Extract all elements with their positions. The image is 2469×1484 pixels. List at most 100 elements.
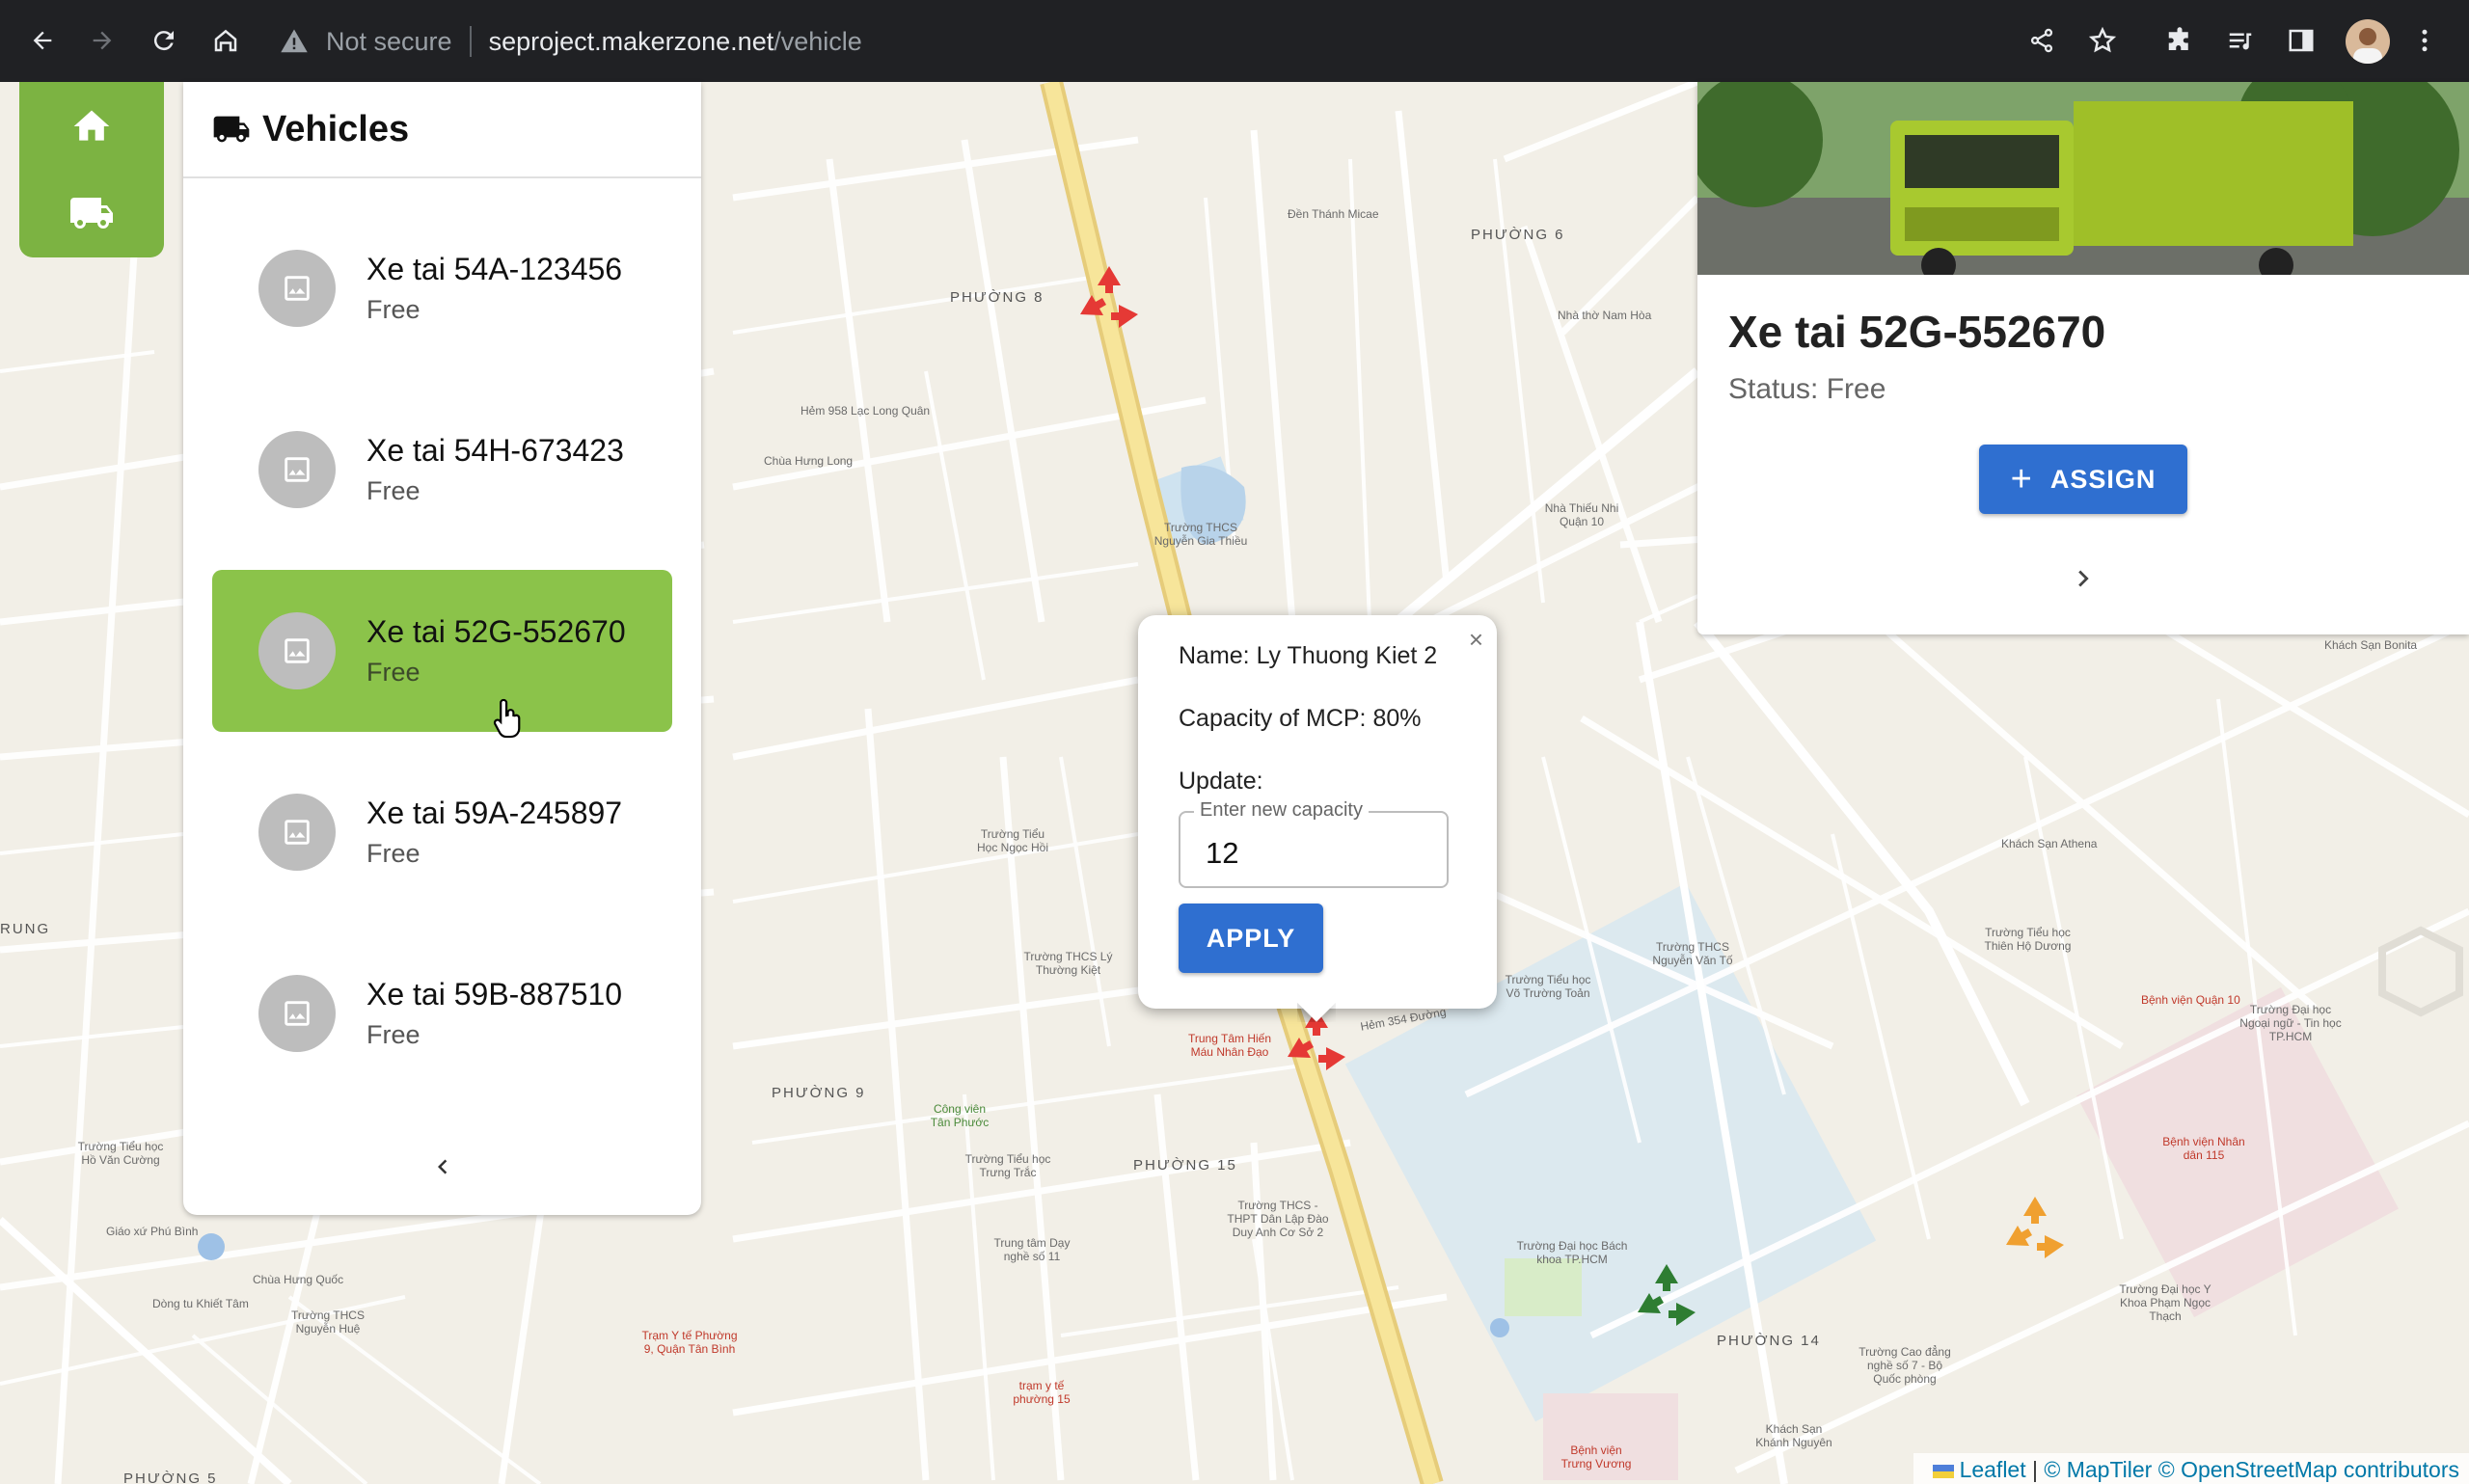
address-bar[interactable]: Not secure seproject.makerzone.net/vehic… xyxy=(280,17,862,66)
mcp-popup: × Name: Ly Thuong Kiet 2 Capacity of MCP… xyxy=(1138,615,1497,1009)
panel-title: Vehicles xyxy=(262,108,410,149)
collapse-panel-button[interactable] xyxy=(419,1143,467,1191)
map-label-dong-tu: Dòng tu Khiết Tâm xyxy=(152,1297,249,1310)
panel-header: Vehicles xyxy=(183,82,701,178)
home-icon xyxy=(73,110,110,141)
plus-icon: + xyxy=(2010,458,2033,499)
vehicle-detail-card: Xe tai 52G-552670 Status: Free + ASSIGN xyxy=(1697,82,2469,634)
profile-avatar[interactable] xyxy=(2346,19,2390,64)
map-label-thcs-ngt: Trường THCS Nguyễn Gia Thiều xyxy=(1153,521,1248,548)
vehicle-status: Free xyxy=(366,1020,421,1049)
map-label-thcs-nguyen-hue: Trường THCS Nguyễn Huệ xyxy=(291,1309,365,1336)
image-placeholder-icon xyxy=(258,612,336,689)
map-label-trung: RUNG xyxy=(0,921,51,937)
extensions-icon[interactable] xyxy=(2160,21,2199,60)
map-label-dh-y-khoa: Trường Đại học Y Khoa Phạm Ngọc Thạch xyxy=(2119,1282,2211,1323)
map-label-tram-y-te-p9: Trạm Y tế Phường 9, Quận Tân Bình xyxy=(641,1329,738,1356)
osm-link[interactable]: © OpenStreetMap contributors xyxy=(2158,1457,2459,1482)
map-label-phuong-15: PHƯỜNG 15 xyxy=(1133,1157,1237,1174)
recycle-marker-green-icon[interactable] xyxy=(1628,1258,1705,1336)
map-label-th-ngoc-hoi: Trường Tiểu Học Ngọc Hồi xyxy=(976,827,1049,854)
maptiler-link[interactable]: © MapTiler xyxy=(2044,1457,2152,1482)
hand-cursor-icon xyxy=(493,698,521,739)
map-label-nha-tho-nam-hoa: Nhà thờ Nam Hòa xyxy=(1558,309,1652,322)
map-label-phuong-9: PHƯỜNG 9 xyxy=(772,1085,866,1101)
map-label-chua-hung-quoc: Chùa Hưng Quốc xyxy=(253,1273,344,1286)
map-label-nha-thieu-nhi: Nhà Thiếu Nhi Quận 10 xyxy=(1544,501,1619,528)
apply-button[interactable]: APPLY xyxy=(1179,904,1323,973)
map-label-th-vtt: Trường Tiểu học Võ Trường Toản xyxy=(1505,973,1591,1000)
media-controls-icon[interactable] xyxy=(2221,21,2260,60)
mcp-name: Name: Ly Thuong Kiet 2 xyxy=(1179,642,1438,669)
vehicle-list-item-selected[interactable]: Xe tai 52G-552670 Free xyxy=(212,570,672,732)
truck-icon xyxy=(70,198,113,229)
image-placeholder-icon xyxy=(258,794,336,871)
update-label: Update: xyxy=(1179,768,1263,795)
side-panel-icon[interactable] xyxy=(2282,21,2320,60)
bookmark-star-icon[interactable] xyxy=(2083,21,2122,60)
share-icon[interactable] xyxy=(2022,21,2061,60)
map-label-bv-trung-vuong: Bệnh viện Trưng Vương xyxy=(1560,1444,1632,1471)
recycle-marker-orange-icon[interactable] xyxy=(1996,1191,2074,1268)
image-placeholder-icon xyxy=(258,250,336,327)
map-attribution: Leaflet | © MapTiler © OpenStreetMap con… xyxy=(1913,1453,2469,1484)
truck-icon xyxy=(213,116,250,143)
assign-button[interactable]: + ASSIGN xyxy=(1979,445,2187,514)
map-label-tt-day-nghe: Trung tâm Dạy nghề số 11 xyxy=(993,1236,1071,1263)
map-label-tt-hien-mau: Trung Tâm Hiến Máu Nhân Đạo xyxy=(1187,1032,1272,1059)
leaflet-link[interactable]: Leaflet xyxy=(1960,1457,2026,1482)
vehicle-list: Xe tai 54A-123456 Free Xe tai 54H-673423 F… xyxy=(212,207,672,1114)
map-label-giao-xu: Giáo xứ Phú Bình xyxy=(106,1225,199,1238)
vehicle-name: Xe tai 54H-673423 xyxy=(366,433,624,468)
map-label-ks-khanh-nguyen: Khách Sạn Khánh Nguyên xyxy=(1755,1422,1832,1449)
chevron-left-icon xyxy=(438,1159,448,1174)
map-label-cong-vien: Công viên Tân Phước xyxy=(930,1102,990,1129)
vehicle-name: Xe tai 54A-123456 xyxy=(366,252,623,286)
vehicle-list-item[interactable]: Xe tai 54H-673423 Free xyxy=(212,389,672,551)
omnibox-separator xyxy=(469,26,472,57)
next-button[interactable] xyxy=(2059,554,2107,603)
capacity-input-label: Enter new capacity xyxy=(1194,799,1369,822)
nav-vehicles-button[interactable] xyxy=(63,184,121,242)
home-icon[interactable] xyxy=(206,21,245,60)
vehicle-status-line: Status: Free xyxy=(1728,373,1886,405)
image-placeholder-icon xyxy=(258,975,336,1052)
browser-toolbar: Not secure seproject.makerzone.net/vehic… xyxy=(0,0,2469,82)
nav-rail xyxy=(19,82,164,257)
map-label-thcs-ltk: Trường THCS Lý Thường Kiệt xyxy=(1023,950,1113,977)
map-label-dh-ngoai-ngu: Trường Đại học Ngoại ngữ - Tin học TP.HC… xyxy=(2239,1003,2342,1043)
back-icon[interactable] xyxy=(23,21,62,60)
map-label-bv-q10: Bệnh viện Quận 10 xyxy=(2141,993,2240,1007)
nav-home-button[interactable] xyxy=(63,97,121,155)
assign-label: ASSIGN xyxy=(2049,464,2157,494)
map-label-chua-hung-long: Chùa Hưng Long xyxy=(764,454,854,468)
map-label-thcs-dao-duy-anh: Trường THCS - THPT Dân Lập Đào Duy Anh C… xyxy=(1227,1199,1329,1239)
capacity-input-value[interactable]: 12 xyxy=(1206,836,1238,871)
capacity-input[interactable]: Enter new capacity 12 xyxy=(1179,799,1449,888)
forward-icon[interactable] xyxy=(83,21,122,60)
vehicle-name: Xe tai 52G-552670 xyxy=(366,614,626,649)
recycle-marker-red-icon[interactable] xyxy=(1071,260,1148,337)
url-path: /vehicle xyxy=(773,26,862,56)
map-label-th-trung-trac: Trường Tiểu học Trưng Trắc xyxy=(964,1152,1051,1179)
map-label-tram-y-te-p15: trạm y tế phường 15 xyxy=(1013,1379,1071,1406)
vehicle-title: Xe tai 52G-552670 xyxy=(1728,307,2106,357)
vehicle-list-item[interactable]: Xe tai 54A-123456 Free xyxy=(212,207,672,369)
vehicle-list-item[interactable]: Xe tai 59A-245897 Free xyxy=(212,751,672,913)
map-label-bv-115: Bệnh viện Nhân dân 115 xyxy=(2162,1135,2245,1162)
warning-icon xyxy=(281,29,308,53)
map-label-th-thien-ho-duong: Trường Tiểu học Thiên Hộ Dương xyxy=(1984,926,2072,953)
vehicle-list-item[interactable]: Xe tai 59B-887510 Free xyxy=(212,932,672,1094)
map-label-phuong-8: PHƯỜNG 8 xyxy=(950,289,1045,306)
map-label-thcs-nvt: Trường THCS Nguyễn Văn Tố xyxy=(1652,940,1733,967)
not-secure-label: Not secure xyxy=(326,26,452,56)
close-popup-button[interactable]: × xyxy=(1469,625,1483,655)
popup-tip xyxy=(1297,1003,1336,1022)
map-label-phuong-5: PHƯỜNG 5 xyxy=(123,1471,218,1484)
reload-icon[interactable] xyxy=(145,21,183,60)
menu-kebab-icon[interactable] xyxy=(2405,21,2444,60)
map-label-cd-nghe: Trường Cao đẳng nghề số 7 - Bộ Quốc phòn… xyxy=(1859,1345,1951,1386)
url-host: seproject.makerzone.net xyxy=(488,26,774,56)
ukraine-flag-icon xyxy=(1932,1464,1954,1478)
vehicle-name: Xe tai 59B-887510 xyxy=(366,977,623,1012)
